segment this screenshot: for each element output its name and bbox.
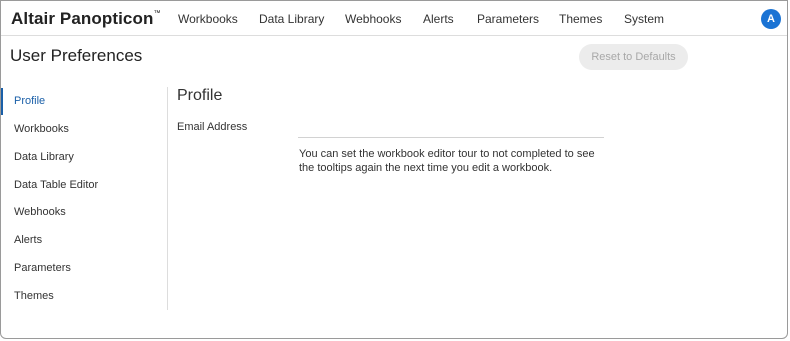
note-line: the tooltips again the next time you edi… [299, 162, 553, 174]
reset-to-defaults-button[interactable]: Reset to Defaults [579, 44, 688, 70]
sidebar-item-profile[interactable]: Profile [1, 88, 167, 115]
sidebar-item-data-library[interactable]: Data Library [1, 144, 167, 171]
sidebar-item-workbooks[interactable]: Workbooks [1, 116, 167, 143]
email-address-label: Email Address [177, 121, 248, 133]
user-avatar[interactable]: A [761, 9, 781, 29]
nav-item-workbooks[interactable]: Workbooks [178, 12, 238, 26]
sidebar-item-themes[interactable]: Themes [1, 283, 167, 310]
brand-trademark: ™ [153, 10, 161, 17]
brand-name: Altair Panopticon [11, 9, 154, 28]
nav-item-system[interactable]: System [624, 12, 664, 26]
sidebar-item-parameters[interactable]: Parameters [1, 255, 167, 282]
top-navigation-bar: Altair Panopticon™ Workbooks Data Librar… [1, 1, 787, 36]
nav-item-parameters[interactable]: Parameters [477, 12, 539, 26]
sidebar-item-alerts[interactable]: Alerts [1, 227, 167, 254]
note-line: You can set the workbook editor tour to … [299, 148, 595, 160]
nav-item-webhooks[interactable]: Webhooks [345, 12, 401, 26]
nav-item-themes[interactable]: Themes [559, 12, 602, 26]
app-window: Altair Panopticon™ Workbooks Data Librar… [0, 0, 788, 339]
page-title: User Preferences [10, 46, 143, 65]
section-title: Profile [177, 87, 223, 104]
brand-logo: Altair Panopticon™ [11, 9, 161, 29]
sidebar-item-data-table-editor[interactable]: Data Table Editor [1, 172, 167, 199]
workbook-tour-note: You can set the workbook editor tour to … [299, 147, 609, 175]
nav-item-data-library[interactable]: Data Library [259, 12, 324, 26]
nav-item-alerts[interactable]: Alerts [423, 12, 454, 26]
sidebar-item-webhooks[interactable]: Webhooks [1, 199, 167, 226]
email-address-input[interactable] [298, 116, 604, 138]
preferences-sidebar: Profile Workbooks Data Library Data Tabl… [1, 87, 168, 310]
